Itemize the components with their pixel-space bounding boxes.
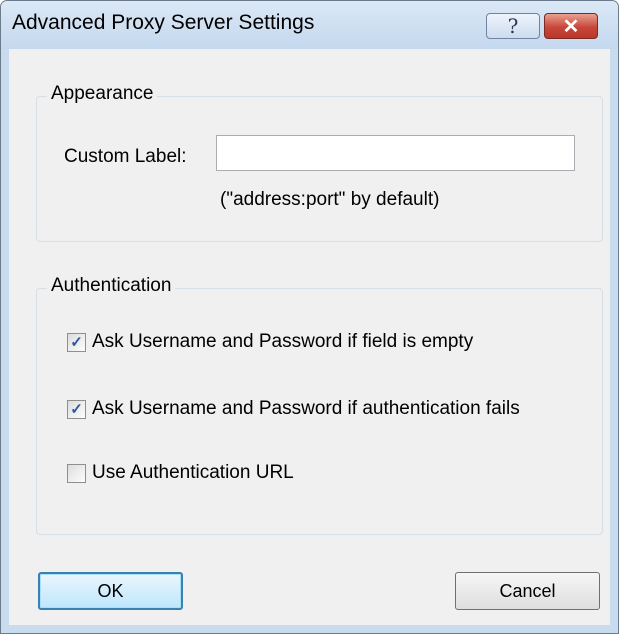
ask-if-empty-label[interactable]: Ask Username and Password if field is em… — [92, 331, 473, 353]
title-bar: Advanced Proxy Server Settings ? ✕ — [1, 1, 618, 49]
question-mark-icon: ? — [507, 14, 519, 38]
appearance-legend: Appearance — [47, 83, 158, 105]
checkmark-icon: ✓ — [70, 334, 83, 351]
use-auth-url-checkbox[interactable] — [67, 463, 86, 483]
custom-label-caption: Custom Label: — [64, 146, 187, 167]
window-title: Advanced Proxy Server Settings — [12, 11, 315, 34]
proxy-settings-dialog: Advanced Proxy Server Settings ? ✕ Appea… — [0, 0, 619, 634]
dialog-body: Appearance Custom Label: ("address:port"… — [9, 49, 610, 625]
ask-if-auth-fails-label[interactable]: Ask Username and Password if authenticat… — [92, 398, 520, 420]
ask-if-empty-option[interactable]: ✓ Ask Username and Password if field is … — [67, 331, 473, 353]
close-icon: ✕ — [562, 15, 580, 38]
ask-if-auth-fails-option[interactable]: ✓ Ask Username and Password if authentic… — [67, 398, 520, 420]
cancel-button[interactable]: Cancel — [455, 572, 600, 610]
custom-label-hint: ("address:port" by default) — [220, 189, 440, 210]
authentication-legend: Authentication — [47, 275, 176, 297]
checkmark-icon: ✓ — [70, 401, 83, 418]
use-auth-url-label[interactable]: Use Authentication URL — [92, 462, 294, 484]
ask-if-empty-checkbox[interactable]: ✓ — [67, 332, 86, 352]
custom-label-input[interactable] — [216, 135, 575, 171]
ask-if-auth-fails-checkbox[interactable]: ✓ — [67, 399, 86, 419]
ok-button[interactable]: OK — [38, 572, 183, 610]
close-button[interactable]: ✕ — [544, 13, 598, 39]
use-auth-url-option[interactable]: Use Authentication URL — [67, 462, 294, 484]
help-button[interactable]: ? — [486, 13, 540, 39]
